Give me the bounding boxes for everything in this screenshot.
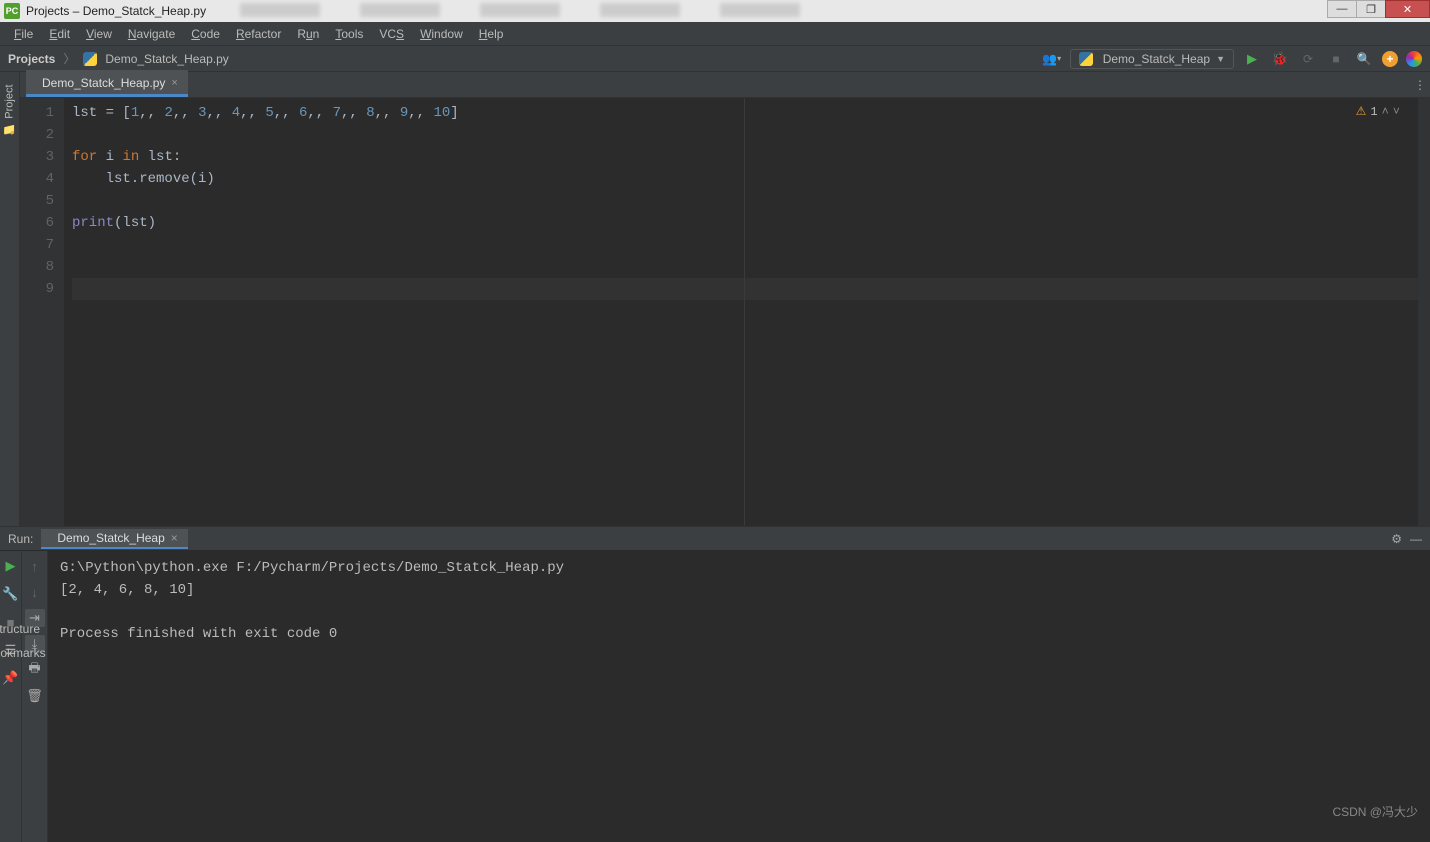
code-with-me-icon[interactable]: 👥▾ [1042,49,1062,69]
breadcrumb-separator: 〉 [63,50,75,67]
run-config-label: Demo_Statck_Heap [1103,52,1210,66]
menu-window[interactable]: Window [412,24,471,44]
menu-navigate[interactable]: Navigate [120,24,183,44]
run-body: ▶ 🔧 ■ ☰ 📌 ↑ ↓ ⇥ ⤓ 🖶 🗑 G:\Python\python.e… [0,551,1430,842]
main-area: 📁Project Demo_Statck_Heap.py × ⋮ 1234567… [0,72,1430,526]
menu-run[interactable]: Run [289,24,327,44]
print-button[interactable]: 🖶 [25,661,45,679]
right-margin-guide [744,98,745,526]
editor-tab[interactable]: Demo_Statck_Heap.py × [26,70,188,97]
structure-tool-tab[interactable]: ⬚Structure [0,622,40,636]
app-icon: PC [4,3,20,19]
code-editor[interactable]: 123456789 lst = [1,, 2,, 3,, 4,, 5,, 6,,… [20,98,1430,526]
python-file-icon [1079,52,1093,66]
code-content[interactable]: lst = [1,, 2,, 3,, 4,, 5,, 6,, 7,, 8,, 9… [64,98,1430,526]
close-run-tab-button[interactable]: × [171,531,178,545]
close-tab-button[interactable]: × [171,77,177,89]
search-everywhere-button[interactable]: 🔍 [1354,49,1374,69]
python-file-icon [83,52,97,66]
left-tool-strip-lower: ⬚Structure ◧Bookmarks [0,502,20,660]
editor-tab-label: Demo_Statck_Heap.py [42,76,165,90]
inspection-indicator[interactable]: ⚠ 1 ˄ ˅ [1356,104,1400,119]
gutter[interactable]: 123456789 [20,98,64,526]
console-output[interactable]: G:\Python\python.exe F:/Pycharm/Projects… [48,551,1430,842]
bookmarks-tool-tab[interactable]: ◧Bookmarks [0,646,46,660]
tab-options-button[interactable]: ⋮ [1414,78,1426,92]
project-tool-tab[interactable]: 📁Project [1,78,18,142]
window-title: Projects – Demo_Statck_Heap.py [26,4,206,18]
structure-tool-label: Structure [0,622,40,636]
minimize-button[interactable]: — [1327,0,1357,18]
menu-file[interactable]: File [6,24,41,44]
editor-area: Demo_Statck_Heap.py × ⋮ 123456789 lst = … [20,72,1430,526]
coverage-button[interactable]: ⟳ [1298,49,1318,69]
run-tab-label: Demo_Statck_Heap [57,531,164,545]
stop-button[interactable]: ■ [1326,49,1346,69]
editor-tab-bar: Demo_Statck_Heap.py × ⋮ [20,72,1430,98]
project-tool-label: Project [4,84,16,118]
window-controls: — ❐ ✕ [1328,0,1430,20]
warning-count: 1 [1370,105,1377,119]
ide-update-button[interactable]: + [1382,51,1398,67]
background-window-tabs [240,3,1310,19]
run-tool-header: Run: Demo_Statck_Heap × ⚙ — [0,527,1430,551]
title-bar: PC Projects – Demo_Statck_Heap.py — ❐ ✕ [0,0,1430,22]
hide-run-panel-button[interactable]: — [1410,532,1422,546]
menu-tools[interactable]: Tools [327,24,371,44]
run-button[interactable]: ▶ [1242,49,1262,69]
debug-button[interactable]: 🐞 [1270,49,1290,69]
run-tab[interactable]: Demo_Statck_Heap × [41,529,187,549]
maximize-button[interactable]: ❐ [1356,0,1386,18]
ide-features-trainer-icon[interactable] [1406,51,1422,67]
navigation-bar: Projects 〉 Demo_Statck_Heap.py 👥▾ Demo_S… [0,46,1430,72]
warning-icon: ⚠ [1356,104,1367,119]
menu-view[interactable]: View [78,24,120,44]
left-tool-strip: 📁Project [0,72,20,526]
run-configuration-selector[interactable]: Demo_Statck_Heap ▼ [1070,49,1234,69]
menu-bar: File Edit View Navigate Code Refactor Ru… [0,22,1430,46]
run-settings-button[interactable]: ⚙ [1391,532,1402,546]
watermark: CSDN @冯大少 [1332,803,1418,820]
up-stack-button[interactable]: ↑ [25,557,45,575]
pin-tab-button[interactable]: 📌 [2,669,20,687]
run-toolbar-secondary: ↑ ↓ ⇥ ⤓ 🖶 🗑 [22,551,48,842]
error-stripe[interactable] [1418,98,1430,526]
menu-edit[interactable]: Edit [41,24,78,44]
down-stack-button[interactable]: ↓ [25,583,45,601]
bookmarks-tool-label: Bookmarks [0,646,46,660]
close-window-button[interactable]: ✕ [1385,0,1430,18]
menu-vcs[interactable]: VCS [371,24,412,44]
menu-help[interactable]: Help [471,24,512,44]
menu-code[interactable]: Code [183,24,228,44]
prev-problem-button[interactable]: ˄ [1382,105,1389,119]
run-tool-window: Run: Demo_Statck_Heap × ⚙ — ▶ 🔧 ■ ☰ 📌 ↑ … [0,526,1430,842]
breadcrumb-project[interactable]: Projects [8,52,55,66]
menu-refactor[interactable]: Refactor [228,24,289,44]
clear-all-button[interactable]: 🗑 [25,687,45,705]
next-problem-button[interactable]: ˅ [1393,105,1400,119]
breadcrumb-file[interactable]: Demo_Statck_Heap.py [105,52,228,66]
